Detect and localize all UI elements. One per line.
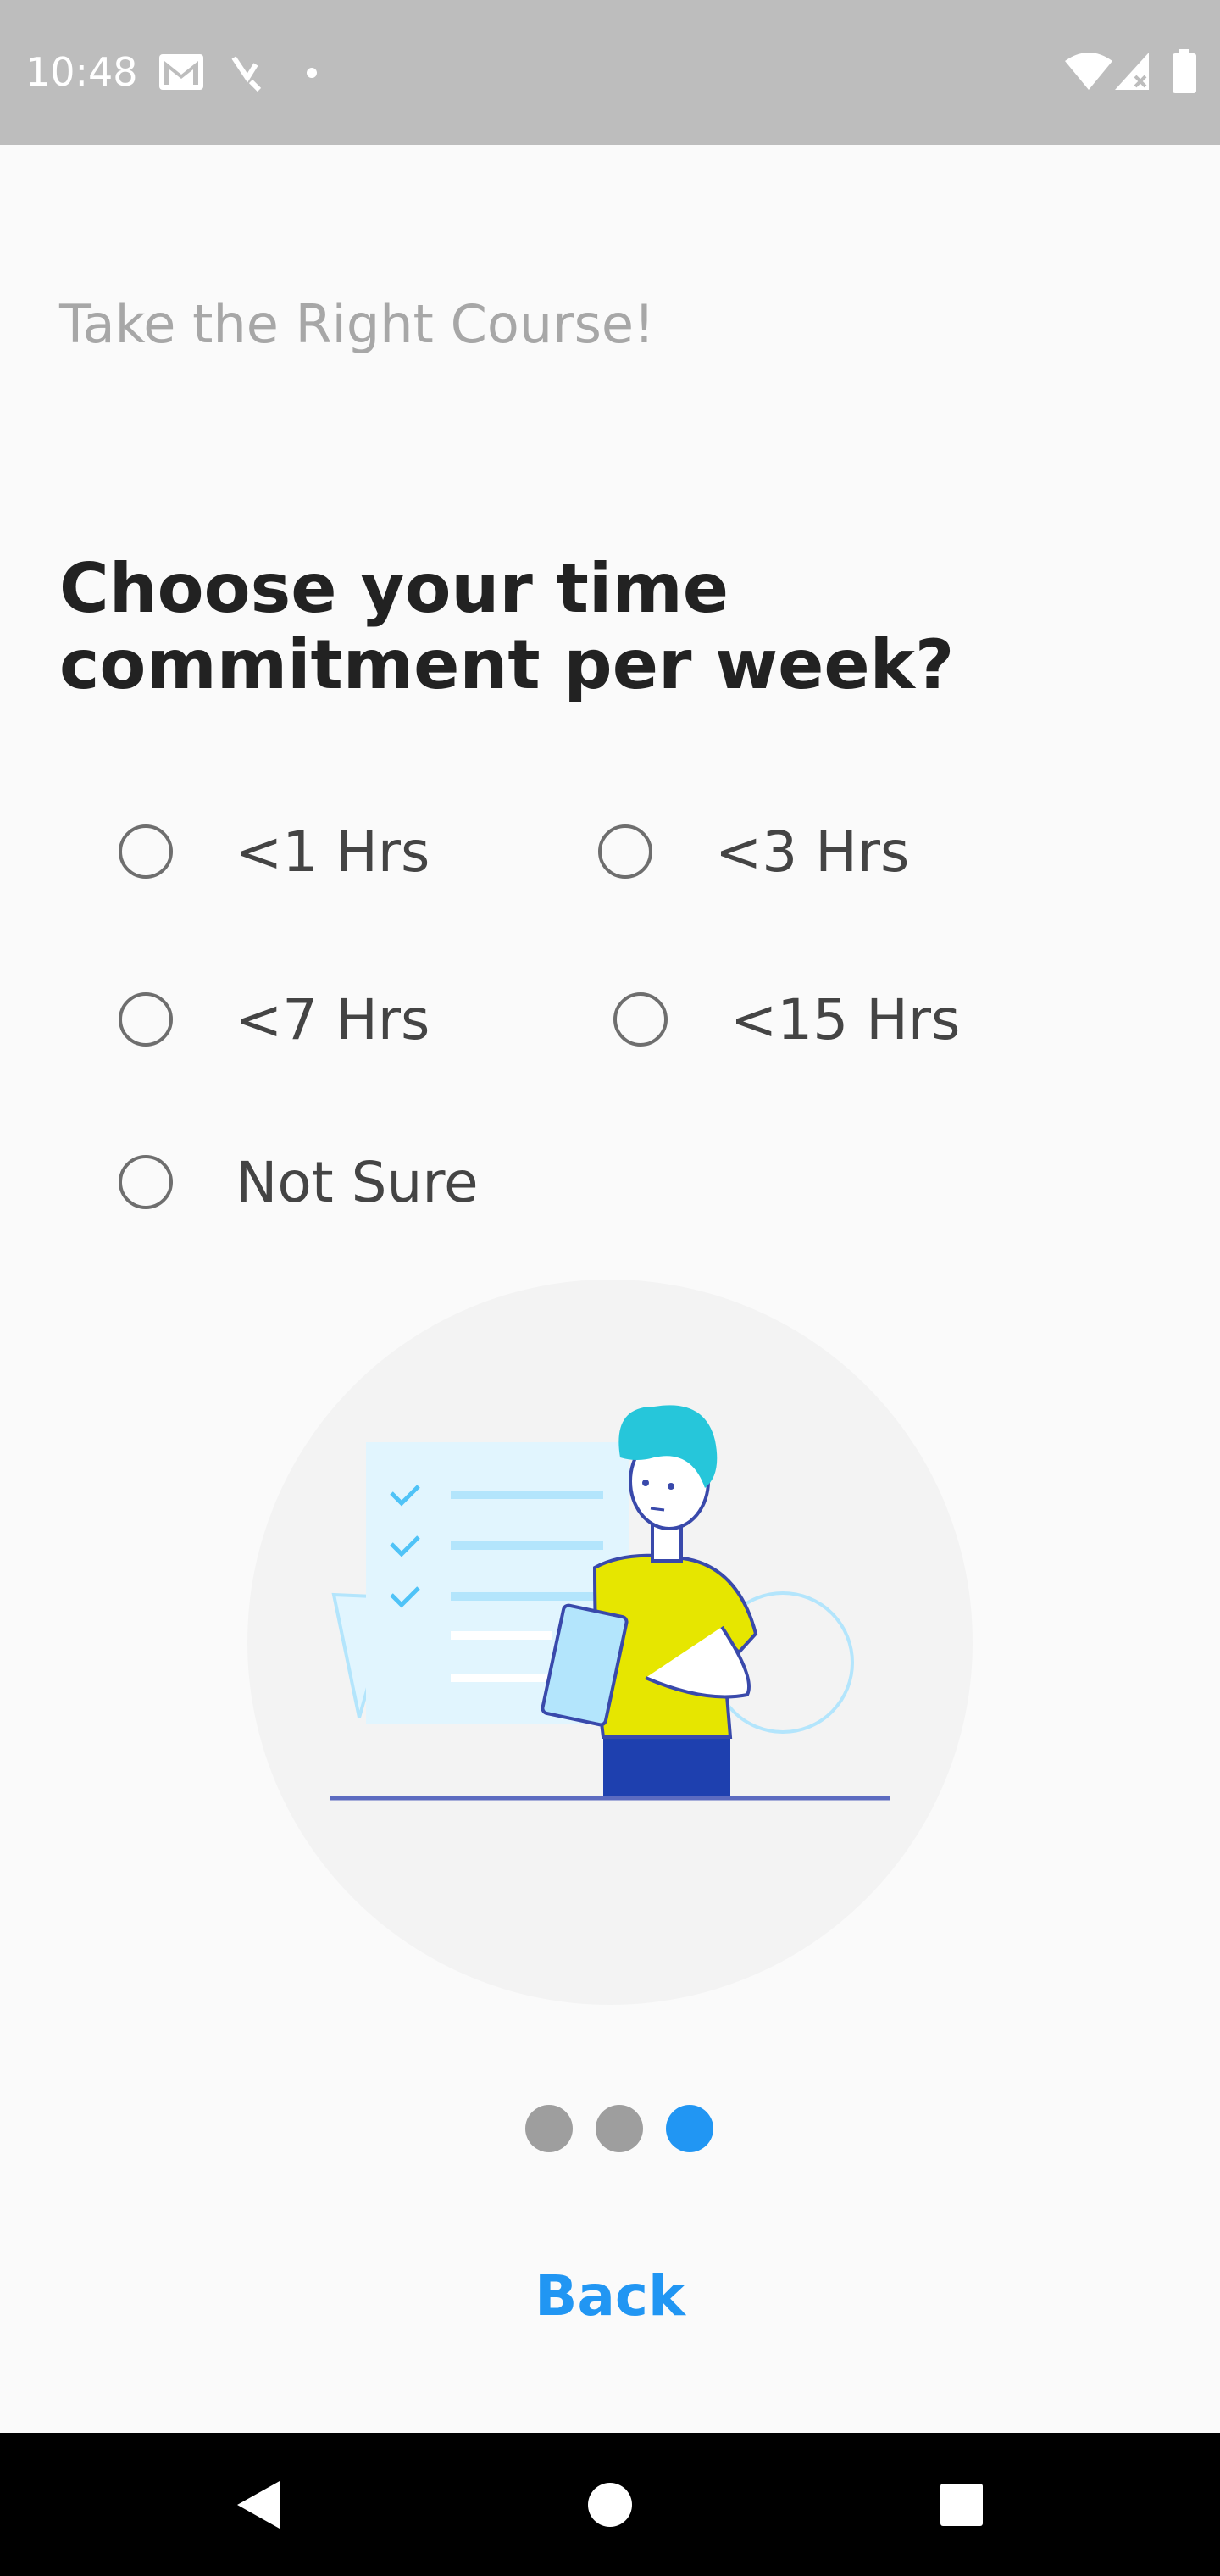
gmail-icon bbox=[158, 53, 205, 95]
page-dot-3-active bbox=[666, 2105, 713, 2152]
option-label: Not Sure bbox=[236, 1149, 479, 1215]
cell-signal-icon bbox=[1113, 51, 1151, 95]
page-dot-1 bbox=[525, 2105, 573, 2152]
wifi-icon bbox=[1064, 51, 1113, 95]
page-subtitle: Take the Right Course! bbox=[59, 293, 655, 355]
radio-button[interactable] bbox=[119, 1155, 173, 1209]
option-label: <7 Hrs bbox=[236, 986, 430, 1052]
page-title: Choose your time commitment per week? bbox=[59, 549, 955, 704]
battery-icon bbox=[1173, 49, 1196, 97]
option-not-sure[interactable]: Not Sure bbox=[119, 1140, 479, 1224]
option-less-than-3-hrs[interactable]: <3 Hrs bbox=[598, 809, 909, 894]
back-triangle-icon[interactable] bbox=[220, 2467, 297, 2543]
option-less-than-7-hrs[interactable]: <7 Hrs bbox=[119, 977, 430, 1062]
status-time: 10:48 bbox=[25, 49, 138, 95]
status-bar: 10:48 bbox=[0, 0, 1220, 145]
page-indicator bbox=[525, 2105, 713, 2152]
home-circle-icon[interactable] bbox=[572, 2467, 648, 2543]
radio-button[interactable] bbox=[598, 824, 652, 879]
option-less-than-1-hrs[interactable]: <1 Hrs bbox=[119, 809, 430, 894]
checklist-illustration bbox=[247, 1280, 973, 2005]
radio-button[interactable] bbox=[119, 824, 173, 879]
system-nav-bar bbox=[0, 2433, 1220, 2576]
notification-dot-icon bbox=[306, 66, 318, 82]
page-dot-2 bbox=[596, 2105, 643, 2152]
radio-button[interactable] bbox=[613, 992, 668, 1046]
back-button[interactable]: Back bbox=[474, 2254, 746, 2339]
option-label: <3 Hrs bbox=[715, 819, 910, 885]
recents-square-icon[interactable] bbox=[923, 2467, 1000, 2543]
option-label: <1 Hrs bbox=[236, 819, 430, 885]
missed-call-icon bbox=[230, 53, 264, 97]
option-less-than-15-hrs[interactable]: <15 Hrs bbox=[613, 977, 960, 1062]
radio-button[interactable] bbox=[119, 992, 173, 1046]
option-label: <15 Hrs bbox=[730, 986, 961, 1052]
